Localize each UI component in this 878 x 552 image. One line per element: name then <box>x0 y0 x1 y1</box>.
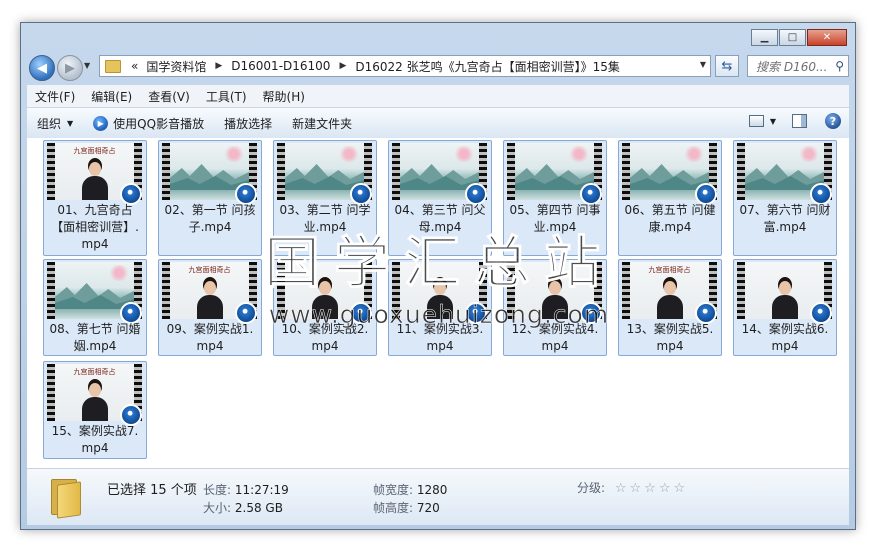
folder-icon <box>105 59 121 73</box>
file-item[interactable]: 08、第七节 问婚姻.mp4 <box>43 259 147 356</box>
file-item[interactable]: 12、案例实战4.mp4 <box>503 259 607 356</box>
new-folder-label: 新建文件夹 <box>292 116 353 131</box>
command-bar: 组织 ▼ ▶ 使用QQ影音播放 播放选择 新建文件夹 ▼ ? <box>27 107 849 139</box>
size-row: 大小: 2.58 GB <box>203 499 283 516</box>
frame-width-value: 1280 <box>416 483 448 497</box>
size-label: 大小: <box>203 501 232 515</box>
file-item[interactable]: 06、第五节 问健康.mp4 <box>618 140 722 256</box>
maximize-button[interactable]: □ <box>779 29 806 46</box>
file-name: 14、案例实战6.mp4 <box>741 322 829 353</box>
rating-stars[interactable]: ☆☆☆☆☆ <box>615 481 688 496</box>
file-name: 09、案例实战1.mp4 <box>166 322 254 353</box>
frame-height-label: 帧高度: <box>373 501 414 515</box>
menu-edit[interactable]: 编辑(E) <box>83 88 140 105</box>
file-name: 05、第四节 问事业.mp4 <box>509 203 601 234</box>
breadcrumb-separator-icon[interactable]: ▶ <box>210 61 227 71</box>
refresh-button[interactable]: ⇆ <box>715 55 739 77</box>
file-item[interactable]: 05、第四节 问事业.mp4 <box>503 140 607 256</box>
breadcrumb-separator-icon[interactable]: ▶ <box>334 61 351 71</box>
file-item[interactable]: 07、第六节 问财富.mp4 <box>733 140 837 256</box>
forward-button[interactable]: ▶ <box>57 55 83 81</box>
file-name: 15、案例实战7.mp4 <box>51 424 139 455</box>
file-list: 九宫面相奇占 01、九宫奇占【面相密训营】.mp4 02、第一节 问孩子.mp4 03… <box>27 138 849 469</box>
search-icon[interactable]: ⚲ <box>835 59 844 73</box>
menu-view[interactable]: 查看(V) <box>140 88 198 105</box>
thumbnail-title: 九宫面相奇占 <box>188 266 231 274</box>
play-with-qq-button[interactable]: ▶ 使用QQ影音播放 <box>83 115 214 132</box>
view-dropdown-icon[interactable]: ▼ <box>770 117 776 126</box>
caption-buttons: ▁ □ ✕ <box>751 29 847 46</box>
frame-height-value: 720 <box>416 501 440 515</box>
search-placeholder: 搜索 D160... <box>756 59 828 74</box>
explorer-window: ▁ □ ✕ ◀ ▶ ▼ « 国学资料馆 ▶ D16001-D16100 ▶ D1… <box>20 22 856 530</box>
organize-button[interactable]: 组织 ▼ <box>27 115 83 132</box>
file-name: 04、第三节 问父母.mp4 <box>394 203 486 234</box>
rating-label: 分级: <box>577 481 606 495</box>
menu-help[interactable]: 帮助(H) <box>255 88 313 105</box>
file-name: 10、案例实战2.mp4 <box>281 322 369 353</box>
play-with-qq-label: 使用QQ影音播放 <box>113 116 205 131</box>
thumbnail-title: 九宫面相奇占 <box>73 368 116 376</box>
qq-player-icon: ▶ <box>93 115 109 131</box>
address-bar[interactable]: « 国学资料馆 ▶ D16001-D16100 ▶ D16022 张芝鸣《九宫奇… <box>99 55 711 77</box>
rating-row: 分级: ☆☆☆☆☆ <box>577 479 688 496</box>
file-item[interactable]: 02、第一节 问孩子.mp4 <box>158 140 262 256</box>
file-item[interactable]: 03、第二节 问学业.mp4 <box>273 140 377 256</box>
menu-tools[interactable]: 工具(T) <box>198 88 255 105</box>
file-item[interactable]: 九宫面相奇占 09、案例实战1.mp4 <box>158 259 262 356</box>
thumbnail-title: 九宫面相奇占 <box>73 147 116 155</box>
file-name: 02、第一节 问孩子.mp4 <box>164 203 256 234</box>
file-name: 12、案例实战4.mp4 <box>511 322 599 353</box>
search-input[interactable]: 搜索 D160... ⚲ <box>747 55 849 77</box>
address-overflow[interactable]: « <box>127 59 142 73</box>
close-button[interactable]: ✕ <box>807 29 847 46</box>
file-name: 08、第七节 问婚姻.mp4 <box>49 322 141 353</box>
organize-label: 组织 <box>37 116 62 131</box>
length-value: 11:27:19 <box>234 483 289 497</box>
play-selection-button[interactable]: 播放选择 <box>214 115 282 132</box>
file-name: 01、九宫奇占【面相密训营】.mp4 <box>51 203 139 251</box>
play-selection-label: 播放选择 <box>224 116 273 131</box>
recent-pages-dropdown-icon[interactable]: ▼ <box>84 61 90 70</box>
navigation-bar: ◀ ▶ ▼ « 国学资料馆 ▶ D16001-D16100 ▶ D16022 张… <box>27 51 849 83</box>
file-item[interactable]: 11、案例实战3.mp4 <box>388 259 492 356</box>
file-item[interactable]: 04、第三节 问父母.mp4 <box>388 140 492 256</box>
frame-width-row: 帧宽度: 1280 <box>373 481 447 498</box>
file-item[interactable]: 10、案例实战2.mp4 <box>273 259 377 356</box>
file-name: 07、第六节 问财富.mp4 <box>739 203 831 234</box>
breadcrumb-3[interactable]: D16022 张芝鸣《九宫奇占【面相密训营】》15集 <box>351 58 624 75</box>
file-item[interactable]: 九宫面相奇占 01、九宫奇占【面相密训营】.mp4 <box>43 140 147 256</box>
frame-width-label: 帧宽度: <box>373 483 414 497</box>
breadcrumb-2[interactable]: D16001-D16100 <box>227 59 334 73</box>
new-folder-button[interactable]: 新建文件夹 <box>282 115 362 132</box>
chevron-down-icon: ▼ <box>67 118 74 128</box>
file-item[interactable]: 九宫面相奇占 13、案例实战5.mp4 <box>618 259 722 356</box>
preview-pane-icon[interactable] <box>792 114 807 128</box>
menu-bar: 文件(F) 编辑(E) 查看(V) 工具(T) 帮助(H) <box>27 85 849 107</box>
file-name: 11、案例实战3.mp4 <box>396 322 484 353</box>
help-icon[interactable]: ? <box>825 113 841 129</box>
length-label: 长度: <box>203 483 232 497</box>
toolbar-right: ▼ ? <box>748 113 841 129</box>
change-view-icon[interactable] <box>748 115 764 127</box>
selection-count: 已选择 15 个项 <box>107 483 197 498</box>
breadcrumb-1[interactable]: 国学资料馆 <box>142 58 210 75</box>
menu-file[interactable]: 文件(F) <box>27 88 83 105</box>
size-value: 2.58 GB <box>234 501 283 515</box>
file-item[interactable]: 14、案例实战6.mp4 <box>733 259 837 356</box>
thumbnail-title: 九宫面相奇占 <box>648 266 691 274</box>
minimize-button[interactable]: ▁ <box>751 29 778 46</box>
folder-icon <box>51 479 81 519</box>
file-name: 13、案例实战5.mp4 <box>626 322 714 353</box>
back-button[interactable]: ◀ <box>29 55 55 81</box>
details-pane: 已选择 15 个项 长度: 11:27:19 大小: 2.58 GB 帧宽度: … <box>27 469 849 525</box>
file-name: 06、第五节 问健康.mp4 <box>624 203 716 234</box>
length-row: 长度: 11:27:19 <box>203 481 289 498</box>
address-dropdown-icon[interactable]: ▼ <box>700 60 706 69</box>
file-name: 03、第二节 问学业.mp4 <box>279 203 371 234</box>
frame-height-row: 帧高度: 720 <box>373 499 440 516</box>
file-item[interactable]: 九宫面相奇占 15、案例实战7.mp4 <box>43 361 147 459</box>
